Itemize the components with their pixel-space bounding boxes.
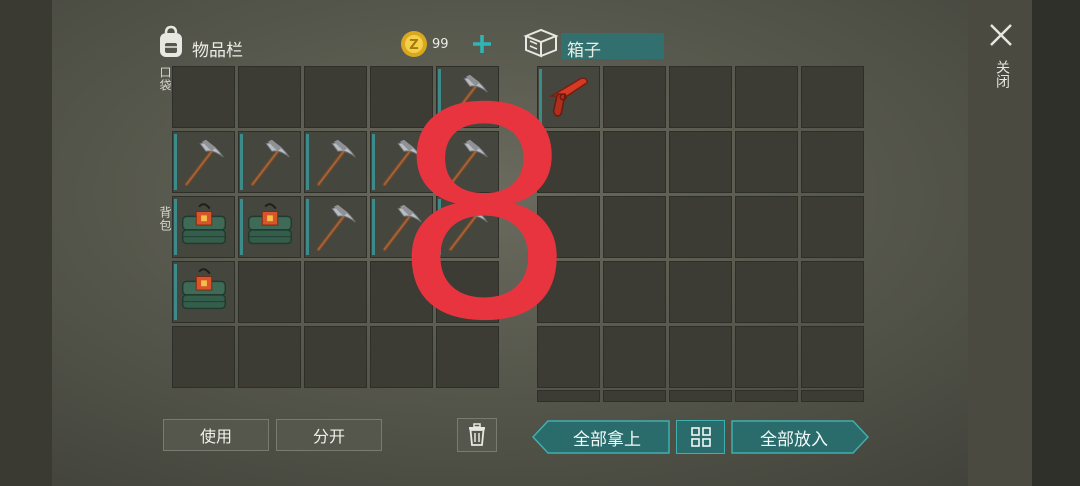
inventory-slot-2-0[interactable] [172, 196, 235, 258]
inventory-title: 物品栏 [192, 41, 243, 61]
pickaxe-icon [250, 139, 290, 187]
container-slot-0-3[interactable] [735, 66, 798, 128]
put-all-label: 全部放入 [760, 429, 828, 450]
trash-button[interactable] [457, 418, 497, 452]
trash-icon [469, 423, 485, 446]
grid-sort-icon [690, 427, 711, 447]
close-button[interactable]: 关闭 [986, 22, 1016, 102]
take-all-button[interactable]: 全部拿上 [532, 420, 670, 454]
inventory-slot-3-2[interactable] [304, 261, 367, 323]
inventory-slot-3-1[interactable] [238, 261, 301, 323]
split-button[interactable]: 分开 [276, 419, 382, 451]
inventory-slot-0-2[interactable] [304, 66, 367, 128]
container-slot-3-1[interactable] [603, 261, 666, 323]
inventory-slot-4-2[interactable] [304, 326, 367, 388]
inventory-slot-1-0[interactable] [172, 131, 235, 193]
container-slot-3-3[interactable] [735, 261, 798, 323]
container-slot-0-4[interactable] [801, 66, 864, 128]
container-slot-3-2[interactable] [669, 261, 732, 323]
backpack-icon [155, 25, 187, 59]
inventory-slot-2-2[interactable] [304, 196, 367, 258]
container-grid [537, 66, 864, 388]
container-slot-1-1[interactable] [603, 131, 666, 193]
container-slot-4-4[interactable] [801, 326, 864, 388]
explosive-pack-icon [181, 203, 226, 245]
inventory-slot-1-1[interactable] [238, 131, 301, 193]
container-slot-2-4[interactable] [801, 196, 864, 258]
pickaxe-icon [316, 139, 356, 187]
container-slot-2-3[interactable] [735, 196, 798, 258]
inventory-slot-3-0[interactable] [172, 261, 235, 323]
container-slot-1-2[interactable] [669, 131, 732, 193]
container-slot-1-3[interactable] [735, 131, 798, 193]
explosive-pack-icon [181, 268, 226, 310]
inventory-slot-4-1[interactable] [238, 326, 301, 388]
close-label: 关闭 [994, 60, 1010, 88]
take-all-label: 全部拿上 [573, 429, 641, 450]
explosive-pack-icon [247, 203, 292, 245]
inventory-slot-1-2[interactable] [304, 131, 367, 193]
container-grid-overflow [537, 390, 864, 402]
inventory-slot-0-0[interactable] [172, 66, 235, 128]
container-slot-4-3[interactable] [735, 326, 798, 388]
container-slot-0-2[interactable] [669, 66, 732, 128]
container-slot-2-1[interactable] [603, 196, 666, 258]
pickaxe-icon [316, 204, 356, 252]
sort-button[interactable] [676, 420, 725, 454]
container-slot-0-1[interactable] [603, 66, 666, 128]
pickaxe-icon [184, 139, 224, 187]
container-slot-4-2[interactable] [669, 326, 732, 388]
left-edge [0, 0, 52, 486]
put-all-button[interactable]: 全部放入 [731, 420, 869, 454]
inventory-slot-2-1[interactable] [238, 196, 301, 258]
inventory-slot-0-1[interactable] [238, 66, 301, 128]
container-slot-1-4[interactable] [801, 131, 864, 193]
use-button[interactable]: 使用 [163, 419, 269, 451]
container-slot-3-4[interactable] [801, 261, 864, 323]
inventory-slot-4-0[interactable] [172, 326, 235, 388]
container-slot-4-1[interactable] [603, 326, 666, 388]
close-icon [990, 24, 1012, 46]
overlay-number: 8 [392, 48, 577, 385]
right-edge [1032, 0, 1080, 486]
container-slot-2-2[interactable] [669, 196, 732, 258]
